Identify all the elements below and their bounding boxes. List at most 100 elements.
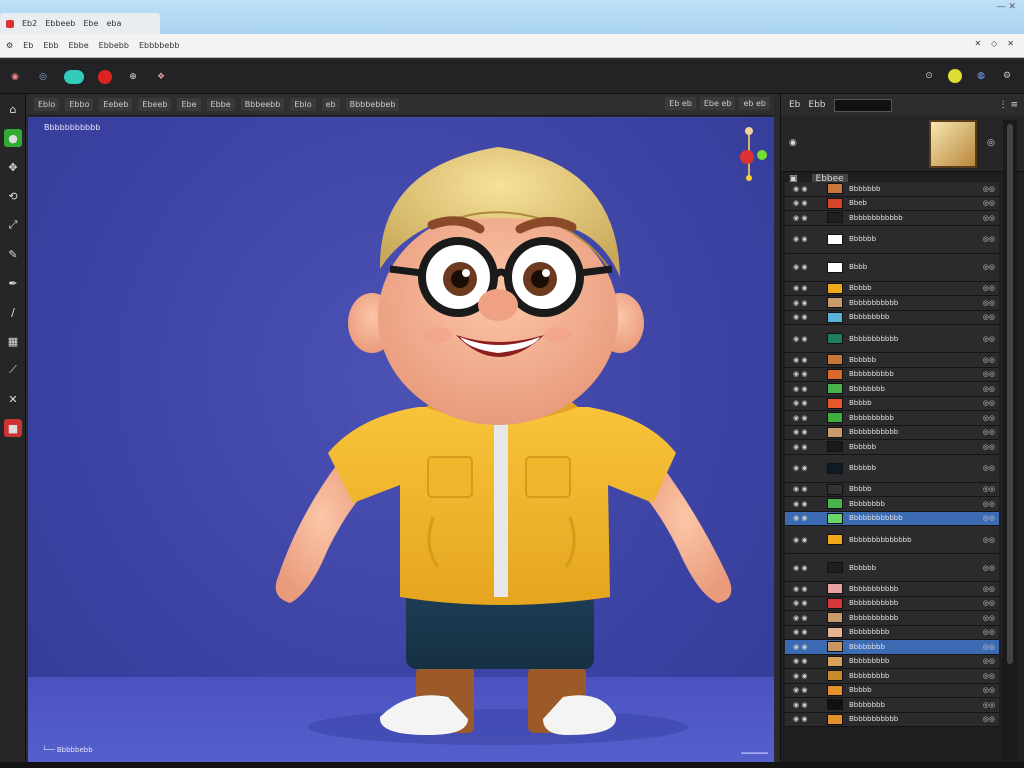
stop-icon[interactable]: [98, 69, 112, 84]
visibility-icon[interactable]: ◉ ◉: [785, 599, 827, 607]
visibility-icon[interactable]: ◉ ◉: [785, 443, 827, 451]
layer-row[interactable]: ◉ ◉ Bbbbbb ◎◎: [785, 225, 999, 254]
layer-row[interactable]: ◉ ◉ Bbbb ◎◎: [785, 253, 999, 282]
layer-row[interactable]: ◉ ◉ Bbbbbb ◎◎: [785, 440, 999, 455]
menu-item-1[interactable]: Eb: [23, 41, 33, 50]
layer-row[interactable]: ◉ ◉ Bbbbbbbbbbbbbb ◎◎: [785, 526, 999, 554]
select-tool-icon[interactable]: ●: [4, 129, 22, 147]
vp-right-3[interactable]: eb eb: [739, 97, 770, 110]
lock-icon[interactable]: ◎◎: [973, 335, 999, 343]
preview-icon[interactable]: ◉: [789, 138, 797, 148]
visibility-icon[interactable]: ◉ ◉: [785, 385, 827, 393]
vp-header-2[interactable]: Ebbo: [65, 98, 94, 111]
layer-row[interactable]: ◉ ◉ Bbbbbbbbbbb ◎◎: [785, 611, 999, 626]
layer-row[interactable]: ◉ ◉ Bbbbbbbb ◎◎: [785, 382, 999, 397]
visibility-icon[interactable]: ◉ ◉: [785, 335, 827, 343]
layer-row[interactable]: ◉ ◉ Bbbbbb ◎◎: [785, 353, 999, 368]
rotate-tool-icon[interactable]: ⟲: [4, 187, 22, 205]
transform-tool-icon[interactable]: ✕: [4, 390, 22, 408]
tab-1[interactable]: Eb2: [22, 19, 37, 28]
layer-list-scrollbar[interactable]: [1003, 120, 1017, 760]
vp-header-6[interactable]: Ebbe: [206, 98, 235, 111]
lock-icon[interactable]: ◎◎: [973, 443, 999, 451]
lock-icon[interactable]: ◎◎: [973, 500, 999, 508]
home-icon[interactable]: ⌂: [4, 100, 22, 118]
layer-row[interactable]: ◉ ◉ Bbbbbbbb ◎◎: [785, 497, 999, 512]
visibility-icon[interactable]: ◉ ◉: [785, 199, 827, 207]
lock-icon[interactable]: ◎◎: [973, 199, 999, 207]
visibility-icon[interactable]: ◉ ◉: [785, 500, 827, 508]
layer-row[interactable]: ◉ ◉ Bbbbbbbbb ◎◎: [785, 625, 999, 640]
lock-icon[interactable]: ◎◎: [973, 214, 999, 222]
lock-icon[interactable]: ◎◎: [973, 628, 999, 636]
layer-row[interactable]: ◉ ◉ Bbbbbbbbbbbb ◎◎: [785, 511, 999, 526]
layer-row[interactable]: ◉ ◉ Bbbbbbbbbbb ◎◎: [785, 425, 999, 440]
visibility-icon[interactable]: ◉ ◉: [785, 399, 827, 407]
vp-header-3[interactable]: Eebeb: [99, 98, 133, 111]
visibility-icon[interactable]: ◉ ◉: [785, 185, 827, 193]
globe-icon[interactable]: ◍: [974, 69, 988, 83]
layer-row[interactable]: ◉ ◉ Bbbbbbbbbb ◎◎: [785, 411, 999, 426]
lock-icon[interactable]: ◎◎: [973, 485, 999, 493]
visibility-icon[interactable]: ◉ ◉: [785, 356, 827, 364]
layer-row[interactable]: ◉ ◉ Bbbbbbbbbbb ◎◎: [785, 582, 999, 597]
lock-icon[interactable]: ◎◎: [973, 585, 999, 593]
lock-icon[interactable]: ◎◎: [973, 536, 999, 544]
visibility-icon[interactable]: ◉ ◉: [785, 313, 827, 321]
camera-icon[interactable]: ◎: [36, 70, 50, 84]
visibility-icon[interactable]: ◉ ◉: [785, 701, 827, 709]
visibility-icon[interactable]: ◉ ◉: [785, 263, 827, 271]
layer-row[interactable]: ◉ ◉ Bbbbbbbbbbb ◎◎: [785, 296, 999, 311]
layer-row[interactable]: ◉ ◉ Bbbbbbbb ◎◎: [785, 698, 999, 713]
panel-search-field[interactable]: [833, 98, 892, 112]
vp-header-9[interactable]: eb: [321, 98, 340, 111]
lock-icon[interactable]: ◎◎: [973, 672, 999, 680]
tab-2[interactable]: Ebbeeb: [45, 19, 75, 28]
scrollbar-thumb[interactable]: [1007, 124, 1013, 664]
menu-item-2[interactable]: Ebb: [43, 41, 58, 50]
visibility-icon[interactable]: ◉ ◉: [785, 643, 827, 651]
visibility-icon[interactable]: ◉ ◉: [785, 564, 827, 572]
layer-row[interactable]: ◉ ◉ Bbbbb ◎◎: [785, 281, 999, 296]
menu-right-1[interactable]: ✕: [974, 39, 981, 48]
material-thumbnail[interactable]: [929, 120, 977, 168]
lock-icon[interactable]: ◎◎: [973, 657, 999, 665]
tab-3[interactable]: Ebe: [83, 19, 98, 28]
preview-options-icon[interactable]: ◎: [987, 138, 995, 148]
lock-icon[interactable]: ◎◎: [973, 313, 999, 321]
lock-icon[interactable]: ◎◎: [973, 643, 999, 651]
visibility-icon[interactable]: ◉ ◉: [785, 284, 827, 292]
lock-icon[interactable]: ◎◎: [973, 399, 999, 407]
move-tool-icon[interactable]: ✥: [4, 158, 22, 176]
menu-item-4[interactable]: Ebbebb: [99, 41, 129, 50]
menu-item-5[interactable]: Ebbbbebb: [139, 41, 179, 50]
gear-icon[interactable]: ⚙: [6, 41, 13, 50]
knife-tool-icon[interactable]: ∕: [4, 303, 22, 321]
lock-icon[interactable]: ◎◎: [973, 284, 999, 292]
layer-row[interactable]: ◉ ◉ Bbbbbbbbb ◎◎: [785, 669, 999, 684]
panel-tab-2[interactable]: Ebb: [808, 100, 825, 110]
layer-row[interactable]: ◉ ◉ Bbbbbbbbb ◎◎: [785, 654, 999, 669]
visibility-icon[interactable]: ◉ ◉: [785, 485, 827, 493]
panel-tab-1[interactable]: Eb: [789, 100, 800, 110]
layer-row[interactable]: ◉ ◉ Bbbbbb ◎◎: [785, 554, 999, 582]
scale-tool-icon[interactable]: ⤢: [4, 216, 22, 234]
3d-viewport[interactable]: Bbbbbbbbbbb └── Bbbbbebb ▁▁▁▁▁: [28, 117, 774, 762]
lock-icon[interactable]: ◎◎: [973, 701, 999, 709]
character-model[interactable]: [28, 117, 774, 762]
brush-tool-icon[interactable]: ✎: [4, 245, 22, 263]
layer-row[interactable]: ◉ ◉ Bbbbbb ◎◎: [785, 454, 999, 483]
lock-icon[interactable]: ◎◎: [973, 414, 999, 422]
menu-right-2[interactable]: ◇: [991, 39, 997, 48]
lock-icon[interactable]: ◎◎: [973, 464, 999, 472]
visibility-icon[interactable]: ◉ ◉: [785, 235, 827, 243]
visibility-icon[interactable]: ◉ ◉: [785, 414, 827, 422]
lock-icon[interactable]: ◎◎: [973, 235, 999, 243]
visibility-icon[interactable]: ◉ ◉: [785, 214, 827, 222]
layer-row[interactable]: ◉ ◉ Bbbbbbbbbbb ◎◎: [785, 712, 999, 727]
lock-icon[interactable]: ◎◎: [973, 514, 999, 522]
layer-row[interactable]: ◉ ◉ Bbbbbbbbbbb ◎◎: [785, 596, 999, 611]
visibility-icon[interactable]: ◉ ◉: [785, 464, 827, 472]
record-icon[interactable]: ◉: [8, 70, 22, 84]
lock-icon[interactable]: ◎◎: [973, 564, 999, 572]
